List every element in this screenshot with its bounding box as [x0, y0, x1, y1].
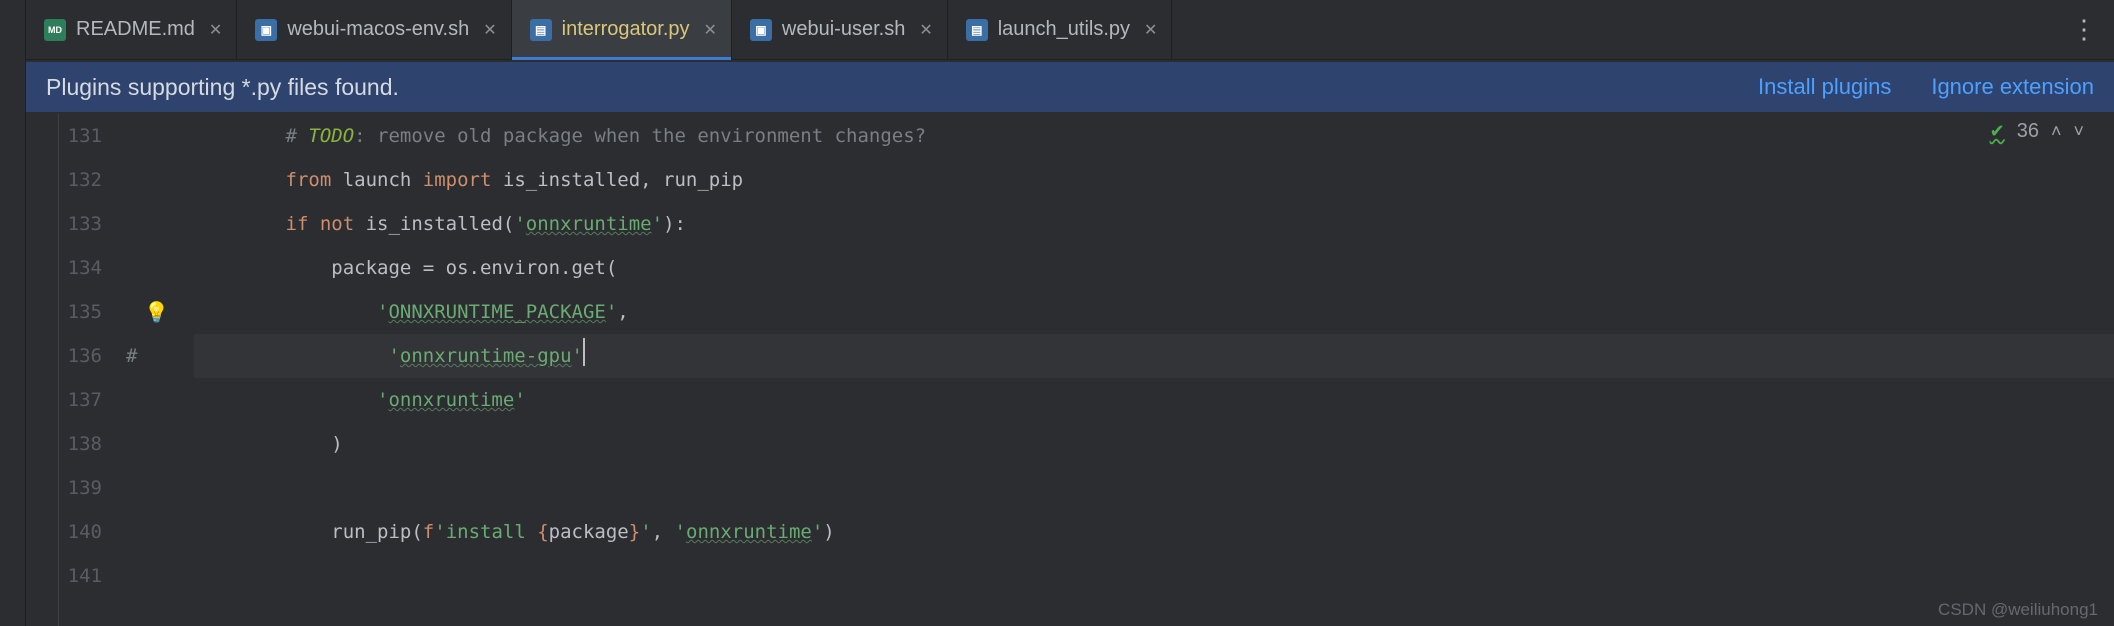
tab-label: interrogator.py — [562, 18, 690, 41]
code-line: run_pip(f'install {package}', 'onnxrunti… — [194, 510, 2114, 554]
ignore-extension-link[interactable]: Ignore extension — [1931, 74, 2094, 100]
code-editor[interactable]: 131 132 133 134 135 136 137 138 139 140 … — [26, 114, 2114, 626]
tab-label: launch_utils.py — [998, 18, 1130, 41]
watermark: CSDN @weiliuhong1 — [1938, 600, 2098, 620]
tab-label: webui-user.sh — [782, 18, 905, 41]
close-icon[interactable]: ✕ — [483, 20, 496, 40]
close-icon[interactable]: ✕ — [919, 20, 932, 40]
close-icon[interactable]: ✕ — [1144, 20, 1157, 40]
left-tool-strip — [0, 0, 26, 626]
tabs-overflow-menu[interactable]: ⋮ — [2054, 0, 2114, 59]
code-line — [194, 466, 2114, 510]
code-line: # TODO: remove old package when the envi… — [194, 114, 2114, 158]
editor-tabs: README.md ✕ webui-macos-env.sh ✕ interro… — [26, 0, 2114, 60]
tab-readme[interactable]: README.md ✕ — [26, 0, 237, 59]
close-icon[interactable]: ✕ — [704, 20, 717, 40]
code-line: 'onnxruntime' — [194, 378, 2114, 422]
comment-marker: # — [126, 334, 137, 378]
plugin-notification-banner: Plugins supporting *.py files found. Ins… — [26, 62, 2114, 112]
banner-message: Plugins supporting *.py files found. — [46, 74, 399, 101]
inspection-widget[interactable]: ✔ 36 ˄ ˅ — [1990, 120, 2084, 143]
line-number: 141 — [26, 554, 102, 598]
code-line: if not is_installed('onnxruntime'): — [194, 202, 2114, 246]
code-line: from launch import is_installed, run_pip — [194, 158, 2114, 202]
text-caret — [583, 338, 585, 366]
tab-webui-user[interactable]: webui-user.sh ✕ — [732, 0, 948, 59]
tab-webui-macos-env[interactable]: webui-macos-env.sh ✕ — [237, 0, 511, 59]
check-icon: ✔ — [1990, 121, 2005, 142]
chevron-down-icon[interactable]: ˅ — [2073, 121, 2084, 142]
code-line: ) — [194, 422, 2114, 466]
shell-icon — [750, 19, 772, 41]
line-number-gutter: 131 132 133 134 135 136 137 138 139 140 … — [26, 114, 126, 626]
line-number: 135 — [26, 290, 102, 334]
lightbulb-icon[interactable]: 💡 — [144, 290, 169, 334]
line-number: 137 — [26, 378, 102, 422]
line-number: 132 — [26, 158, 102, 202]
tab-interrogator[interactable]: interrogator.py ✕ — [512, 0, 732, 59]
problem-count: 36 — [2017, 120, 2039, 143]
tab-launch-utils[interactable]: launch_utils.py ✕ — [948, 0, 1173, 59]
line-number: 136 — [26, 334, 102, 378]
line-number: 138 — [26, 422, 102, 466]
line-number: 133 — [26, 202, 102, 246]
tab-label: webui-macos-env.sh — [287, 18, 469, 41]
python-icon — [966, 19, 988, 41]
code-line: 'ONNXRUNTIME_PACKAGE', — [194, 290, 2114, 334]
markdown-icon — [44, 19, 66, 41]
install-plugins-link[interactable]: Install plugins — [1758, 74, 1891, 100]
line-number: 139 — [26, 466, 102, 510]
gutter-annotations: 💡 # — [126, 114, 194, 626]
code-line — [194, 554, 2114, 598]
code-line: package = os.environ.get( — [194, 246, 2114, 290]
shell-icon — [255, 19, 277, 41]
line-number: 134 — [26, 246, 102, 290]
line-number: 140 — [26, 510, 102, 554]
chevron-up-icon[interactable]: ˄ — [2051, 121, 2062, 142]
tab-label: README.md — [76, 18, 195, 41]
line-number: 131 — [26, 114, 102, 158]
close-icon[interactable]: ✕ — [209, 20, 222, 40]
python-icon — [530, 19, 552, 41]
code-area[interactable]: # TODO: remove old package when the envi… — [194, 114, 2114, 626]
code-line-current: 'onnxruntime-gpu' — [194, 334, 2114, 378]
